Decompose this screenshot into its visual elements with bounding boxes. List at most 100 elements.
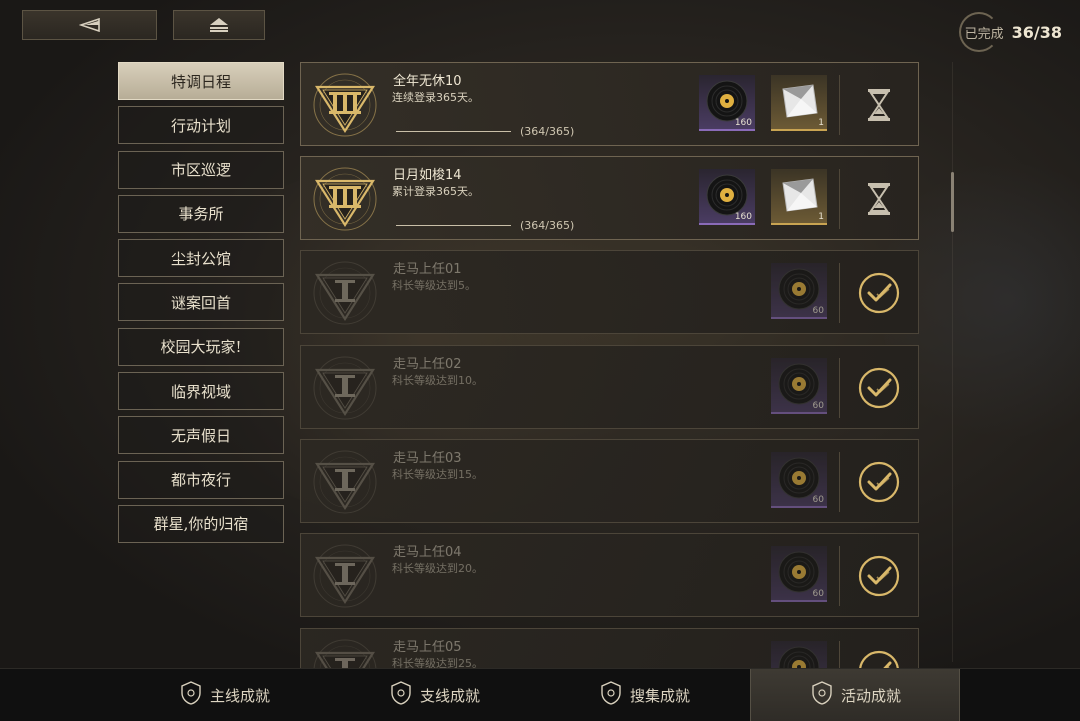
winged-shield-icon bbox=[809, 680, 841, 710]
reward-item[interactable]: 60 bbox=[771, 263, 827, 319]
achievement-description: 连续登录365天。 bbox=[392, 91, 479, 104]
sidebar-item[interactable]: 无声假日 bbox=[118, 416, 284, 455]
reward-item[interactable]: 160 bbox=[699, 169, 755, 225]
sidebar-item[interactable]: 校园大玩家! bbox=[118, 327, 284, 366]
achievement-card[interactable]: 走马上任02 科长等级达到10。 60 bbox=[300, 345, 919, 429]
hourglass-icon bbox=[857, 177, 901, 221]
achievement-emblem-icon bbox=[311, 71, 379, 139]
reward-item[interactable]: 60 bbox=[771, 452, 827, 508]
achievement-description: 科长等级达到5。 bbox=[392, 279, 476, 292]
achievement-list: 全年无休10 连续登录365天。 (364/365) 160 1 日月如梭14 累计登录36… bbox=[300, 62, 920, 668]
heart-badge-icon bbox=[598, 680, 630, 710]
scrollbar-thumb[interactable] bbox=[951, 172, 954, 232]
tab-3[interactable]: 搜集成就 bbox=[540, 669, 748, 721]
achievement-emblem-icon bbox=[311, 354, 379, 422]
shield-badge-icon bbox=[388, 680, 420, 710]
sidebar-item[interactable]: 行动计划 bbox=[118, 106, 284, 145]
progress-label: 已完成 bbox=[964, 26, 1004, 42]
reward-item[interactable]: 60 bbox=[771, 358, 827, 414]
achievement-card[interactable]: 走马上任04 科长等级达到20。 60 bbox=[300, 533, 919, 617]
completed-check-icon[interactable] bbox=[857, 271, 901, 315]
card-icon bbox=[777, 173, 821, 221]
achievement-description: 科长等级达到25。 bbox=[392, 657, 483, 668]
achievement-emblem-icon bbox=[311, 542, 379, 610]
reward-item[interactable]: 160 bbox=[699, 75, 755, 131]
reward-item[interactable]: 60 bbox=[771, 641, 827, 668]
achievement-description: 累计登录365天。 bbox=[392, 185, 479, 198]
home-button[interactable] bbox=[173, 10, 265, 40]
category-sidebar: 特调日程行动计划市区巡逻事务所尘封公馆谜案回首校园大玩家! 临界视域无声假日都市夜… bbox=[118, 62, 284, 549]
sidebar-item[interactable]: 都市夜行 bbox=[118, 460, 284, 499]
reward-count: 60 bbox=[812, 495, 824, 505]
bottom-tab-bar: 主线成就 支线成就 搜集成就 活动成就 bbox=[0, 668, 1080, 721]
achievement-description: 科长等级达到20。 bbox=[392, 562, 483, 575]
achievement-emblem-icon bbox=[311, 637, 379, 668]
achievement-card[interactable]: 全年无休10 连续登录365天。 (364/365) 160 1 bbox=[300, 62, 919, 146]
vinyl-record-icon bbox=[777, 645, 821, 668]
completion-progress: 已完成 36/38 bbox=[958, 12, 1062, 52]
progress-value: 36/38 bbox=[1011, 22, 1062, 42]
tab-label: 活动成就 bbox=[840, 686, 901, 705]
divider bbox=[839, 169, 840, 229]
hourglass-icon bbox=[857, 83, 901, 127]
back-button[interactable] bbox=[22, 10, 157, 40]
reward-count: 1 bbox=[818, 212, 824, 222]
divider bbox=[839, 358, 840, 418]
progress-text: (364/365) bbox=[520, 125, 575, 138]
achievement-title: 日月如梭14 bbox=[393, 168, 462, 183]
divider bbox=[839, 75, 840, 135]
reward-count: 160 bbox=[734, 118, 752, 128]
completed-check-icon[interactable] bbox=[857, 554, 901, 598]
sidebar-item[interactable]: 谜案回首 bbox=[118, 283, 284, 322]
achievement-title: 走马上任03 bbox=[393, 451, 462, 466]
achievement-emblem-icon bbox=[311, 165, 379, 233]
divider bbox=[839, 263, 840, 323]
tab-label: 主线成就 bbox=[209, 686, 270, 705]
shield-star-icon bbox=[178, 680, 210, 710]
tab-2[interactable]: 支线成就 bbox=[330, 669, 538, 721]
achievement-description: 科长等级达到15。 bbox=[392, 468, 483, 481]
progress-bar bbox=[396, 225, 511, 226]
achievement-card[interactable]: 日月如梭14 累计登录365天。 (364/365) 160 1 bbox=[300, 156, 919, 240]
tab-4[interactable]: 活动成就 bbox=[750, 669, 960, 721]
completed-check-icon[interactable] bbox=[857, 649, 901, 668]
achievement-card[interactable]: 走马上任03 科长等级达到15。 60 bbox=[300, 439, 919, 523]
home-icon bbox=[210, 18, 228, 32]
reward-item[interactable]: 60 bbox=[771, 546, 827, 602]
scrollbar-track[interactable] bbox=[952, 62, 953, 662]
achievement-title: 走马上任04 bbox=[393, 545, 462, 560]
achievement-title: 走马上任01 bbox=[393, 262, 462, 277]
reward-item[interactable]: 1 bbox=[771, 169, 827, 225]
achievement-title: 全年无休10 bbox=[393, 74, 462, 89]
back-arrow-icon bbox=[78, 18, 100, 32]
sidebar-item[interactable]: 市区巡逻 bbox=[118, 150, 284, 189]
achievement-card[interactable]: 走马上任05 科长等级达到25。 60 bbox=[300, 628, 919, 668]
reward-count: 1 bbox=[818, 118, 824, 128]
tab-label: 支线成就 bbox=[419, 686, 480, 705]
divider bbox=[839, 641, 840, 668]
reward-count: 60 bbox=[812, 589, 824, 599]
sidebar-item[interactable]: 群星,你的归宿 bbox=[118, 504, 284, 543]
progress-text: (364/365) bbox=[520, 219, 575, 232]
sidebar-item[interactable]: 特调日程 bbox=[118, 62, 284, 100]
achievement-emblem-icon bbox=[311, 259, 379, 327]
achievement-card[interactable]: 走马上任01 科长等级达到5。 60 bbox=[300, 250, 919, 334]
sidebar-item[interactable]: 尘封公馆 bbox=[118, 239, 284, 278]
sidebar-item[interactable]: 事务所 bbox=[118, 194, 284, 233]
tab-1[interactable]: 主线成就 bbox=[120, 669, 328, 721]
sidebar-item[interactable]: 临界视域 bbox=[118, 372, 284, 411]
tab-label: 搜集成就 bbox=[629, 686, 690, 705]
reward-item[interactable]: 1 bbox=[771, 75, 827, 131]
achievement-title: 走马上任02 bbox=[393, 357, 462, 372]
achievement-description: 科长等级达到10。 bbox=[392, 374, 483, 387]
divider bbox=[839, 546, 840, 606]
completed-check-icon[interactable] bbox=[857, 460, 901, 504]
progress-bar bbox=[396, 131, 511, 132]
card-icon bbox=[777, 79, 821, 127]
completed-check-icon[interactable] bbox=[857, 366, 901, 410]
achievement-title: 走马上任05 bbox=[393, 640, 462, 655]
reward-count: 60 bbox=[812, 306, 824, 316]
divider bbox=[839, 452, 840, 512]
reward-count: 160 bbox=[734, 212, 752, 222]
achievement-emblem-icon bbox=[311, 448, 379, 516]
